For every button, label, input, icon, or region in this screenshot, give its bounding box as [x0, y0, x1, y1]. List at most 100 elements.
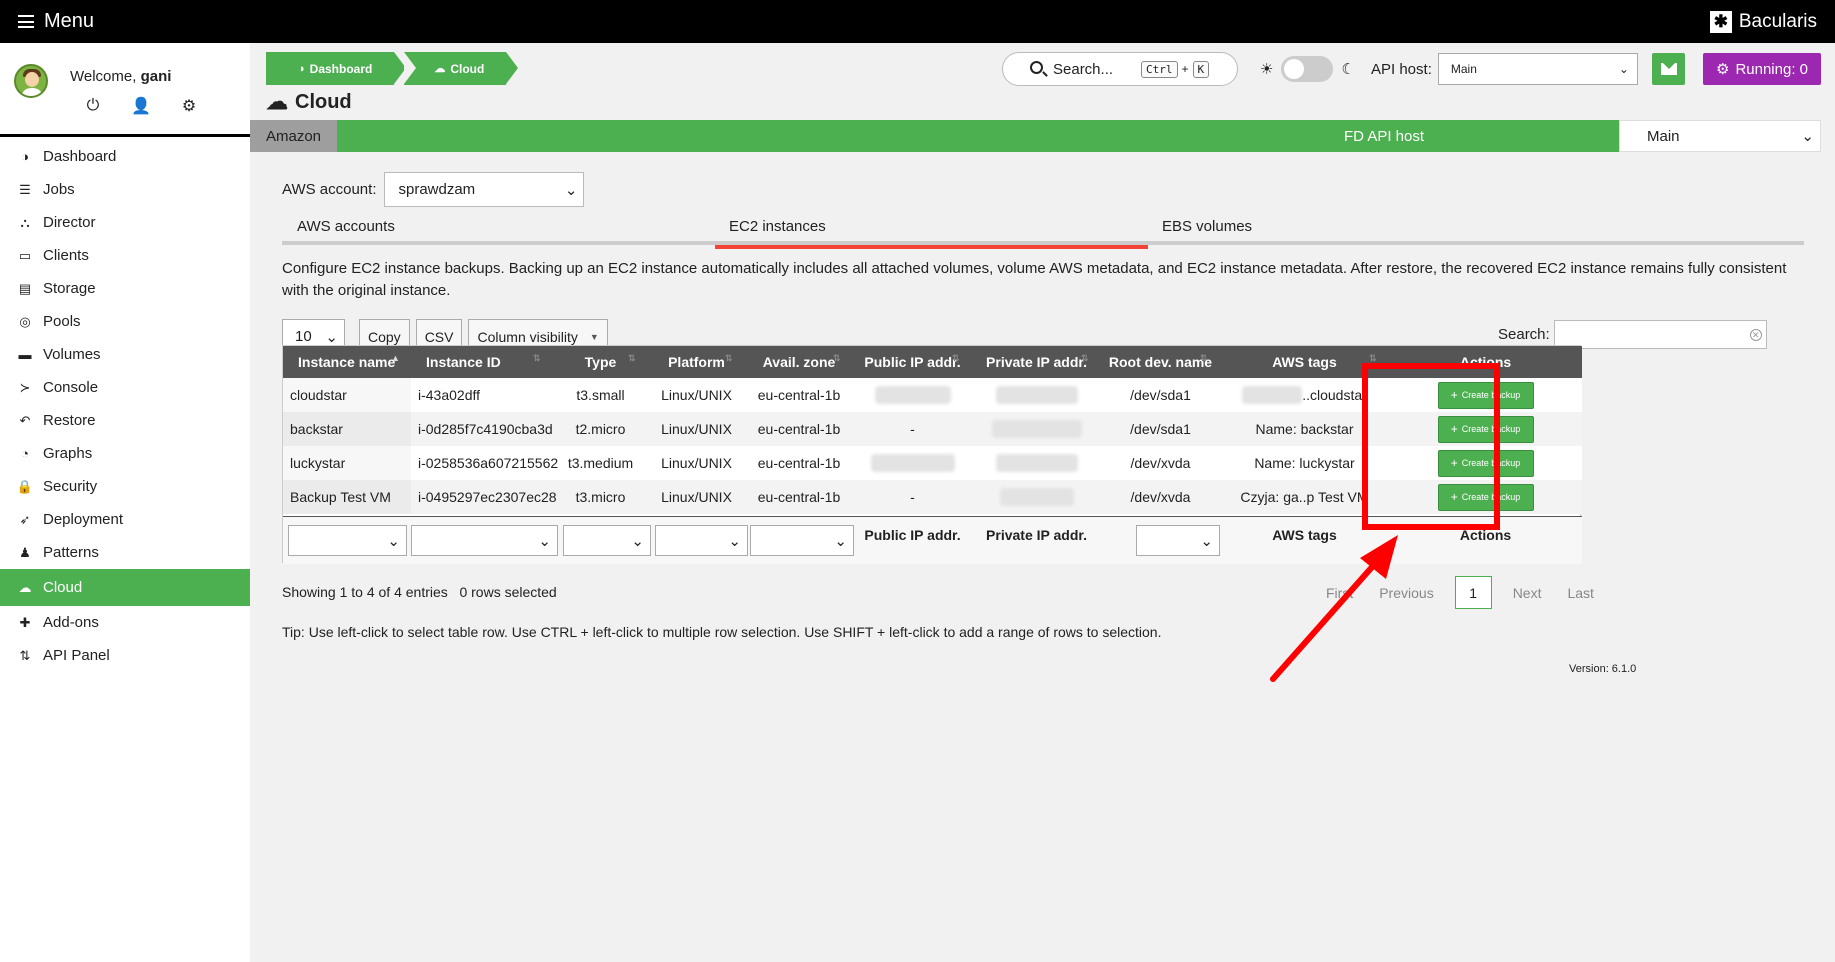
cell-root-dev: /dev/xvda [1130, 455, 1191, 471]
tab-ec2-instances[interactable]: EC2 instances [715, 207, 1148, 249]
breadcrumb-dashboard[interactable]: ◑ Dashboard [266, 52, 407, 85]
logout-icon[interactable]: ⏻ [84, 97, 102, 115]
api-host-label: API host: [1371, 60, 1432, 78]
cell-root-dev: /dev/sda1 [1130, 387, 1191, 403]
filter-platform[interactable]: ⌄ [655, 525, 748, 556]
sidebar-item-label: Director [43, 214, 96, 231]
sidebar-item-director[interactable]: ⛬ Director [0, 206, 250, 239]
sort-icon: ⇅ [952, 353, 960, 363]
cell-public-ip: - [910, 421, 915, 437]
filter-type[interactable]: ⌄ [563, 525, 651, 556]
version-text: Version: 6.1.0 [1569, 663, 1637, 675]
sidebar-item-jobs[interactable]: ☰ Jobs [0, 173, 250, 206]
column-header[interactable]: Avail. zone ⇅ [745, 346, 853, 378]
column-header[interactable]: Public IP addr. ⇅ [853, 346, 972, 378]
sidebar-item-storage[interactable]: ▤ Storage [0, 272, 250, 305]
theme-switch: ☀ ☾ [1260, 56, 1355, 82]
last-page-button[interactable]: Last [1554, 576, 1606, 609]
sort-icon: ▲ [391, 353, 400, 363]
top-bar: Menu ✱ Bacularis [0, 0, 1835, 43]
chevron-down-icon: ⌄ [631, 532, 644, 550]
sidebar-item-dashboard[interactable]: ◑ Dashboard [0, 140, 250, 173]
table-search-input[interactable]: ✕ [1553, 320, 1767, 349]
cell-private-ip [972, 378, 1101, 412]
tab-aws-accounts[interactable]: AWS accounts [297, 207, 395, 245]
sidebar-item-label: Cloud [43, 579, 83, 596]
filter-instance-name[interactable]: ⌄ [288, 525, 407, 556]
sidebar-item-add-ons[interactable]: ✚ Add-ons [0, 606, 250, 639]
menu-button[interactable]: Menu [18, 10, 94, 33]
cloud-icon: ☁ [434, 63, 446, 75]
running-jobs-button[interactable]: ⚙ Running: 0 [1703, 53, 1821, 85]
sidebar-item-security[interactable]: 🔒 Security [0, 470, 250, 503]
column-header[interactable]: Private IP addr. ⇅ [972, 346, 1101, 378]
fd-api-host-label: FD API host [1344, 127, 1425, 145]
cell-zone: eu-central-1b [757, 455, 841, 471]
breadcrumb: ◑ Dashboard ☁ Cloud [266, 52, 519, 85]
sidebar-item-volumes[interactable]: ▬ Volumes [0, 338, 250, 371]
tab-ebs-volumes[interactable]: EBS volumes [1162, 207, 1252, 245]
cell-platform: Linux/UNIX [661, 421, 732, 437]
graphs-icon: ◔ [21, 446, 29, 461]
sidebar-item-label: Console [43, 379, 99, 396]
cell-type: t2.micro [575, 421, 626, 437]
global-search-button[interactable]: Search... Ctrl + K [1002, 52, 1238, 86]
sidebar-item-label: Graphs [43, 445, 93, 462]
sidebar-item-label: API Panel [43, 647, 110, 664]
breadcrumb-cloud[interactable]: ☁ Cloud [404, 52, 519, 85]
gear-icon[interactable]: ⚙ [180, 97, 198, 115]
brand-name: Bacularis [1738, 10, 1817, 32]
sidebar-item-restore[interactable]: ↶ Restore [0, 404, 250, 437]
cell-private-ip [972, 412, 1101, 446]
messages-button[interactable] [1652, 53, 1685, 85]
sidebar-item-deployment[interactable]: ➶ Deployment [0, 503, 250, 536]
tab-amazon[interactable]: Amazon [250, 120, 337, 152]
sidebar-item-console[interactable]: ≻ Console [0, 371, 250, 404]
brand-logo[interactable]: ✱ Bacularis [1709, 10, 1817, 33]
cell-zone: eu-central-1b [757, 489, 841, 505]
sidebar-item-label: Volumes [43, 346, 101, 363]
sidebar-item-cloud[interactable]: ☁ Cloud [0, 569, 250, 606]
filter-instance-id[interactable]: ⌄ [411, 525, 558, 556]
column-header[interactable]: Root dev. name ⇅ [1101, 346, 1220, 378]
redacted-value [995, 386, 1078, 404]
footer-label-public-ip: Public IP addr. [864, 527, 961, 543]
column-header[interactable]: Platform ⇅ [648, 346, 745, 378]
chevron-down-icon: ⌄ [325, 328, 338, 346]
sidebar-item-api-panel[interactable]: ⇅ API Panel [0, 639, 250, 672]
column-header[interactable]: Instance name ▲ [283, 346, 411, 378]
page-1-button[interactable]: 1 [1454, 576, 1492, 609]
sidebar-item-label: Security [43, 478, 98, 495]
clear-icon[interactable]: ✕ [1749, 329, 1762, 341]
redacted-value [999, 488, 1074, 506]
api-host-select[interactable]: Main ⌄ [1437, 53, 1638, 85]
envelope-icon [1660, 63, 1677, 75]
cell-public-ip [853, 378, 972, 412]
sidebar-item-clients[interactable]: ▭ Clients [0, 239, 250, 272]
column-header[interactable]: Type ⇅ [553, 346, 648, 378]
dark-mode-toggle[interactable] [1281, 56, 1334, 82]
sidebar-item-graphs[interactable]: ◔ Graphs [0, 437, 250, 470]
cell-name: Backup Test VM [283, 480, 411, 514]
filter-avail-zone[interactable]: ⌄ [750, 525, 854, 556]
welcome-text: Welcome, gani [70, 68, 172, 85]
aws-account-select[interactable]: sprawdzam ⌄ [384, 172, 585, 207]
main-content: ◑ Dashboard ☁ Cloud Search... Ctrl + K ☀ ☾… [250, 43, 1835, 962]
cell-name: backstar [283, 412, 411, 446]
chevron-down-icon: ⌄ [1801, 128, 1814, 145]
moon-icon: ☾ [1341, 61, 1355, 78]
fd-api-host-select[interactable]: Main ⌄ [1619, 120, 1821, 152]
sidebar-item-label: Patterns [43, 544, 99, 561]
sidebar-item-pools[interactable]: ◎ Pools [0, 305, 250, 338]
sidebar-item-label: Add-ons [43, 614, 99, 631]
sort-icon: ⇅ [628, 353, 636, 363]
sidebar-item-patterns[interactable]: ♟ Patterns [0, 536, 250, 569]
filter-root-dev[interactable]: ⌄ [1136, 525, 1220, 556]
user-settings-icon[interactable]: 👤 [131, 97, 151, 115]
patterns-icon: ♟ [19, 544, 31, 560]
column-header[interactable]: Instance ID ⇅ [411, 346, 553, 378]
sidebar-nav: ◑ Dashboard ☰ Jobs ⛬ Director ▭ Clients ▤ Storage… [0, 137, 250, 672]
cell-type: t3.micro [575, 489, 626, 505]
next-page-button[interactable]: Next [1500, 576, 1555, 609]
table-info: Showing 1 to 4 of 4 entries 0 rows selec… [282, 584, 557, 600]
